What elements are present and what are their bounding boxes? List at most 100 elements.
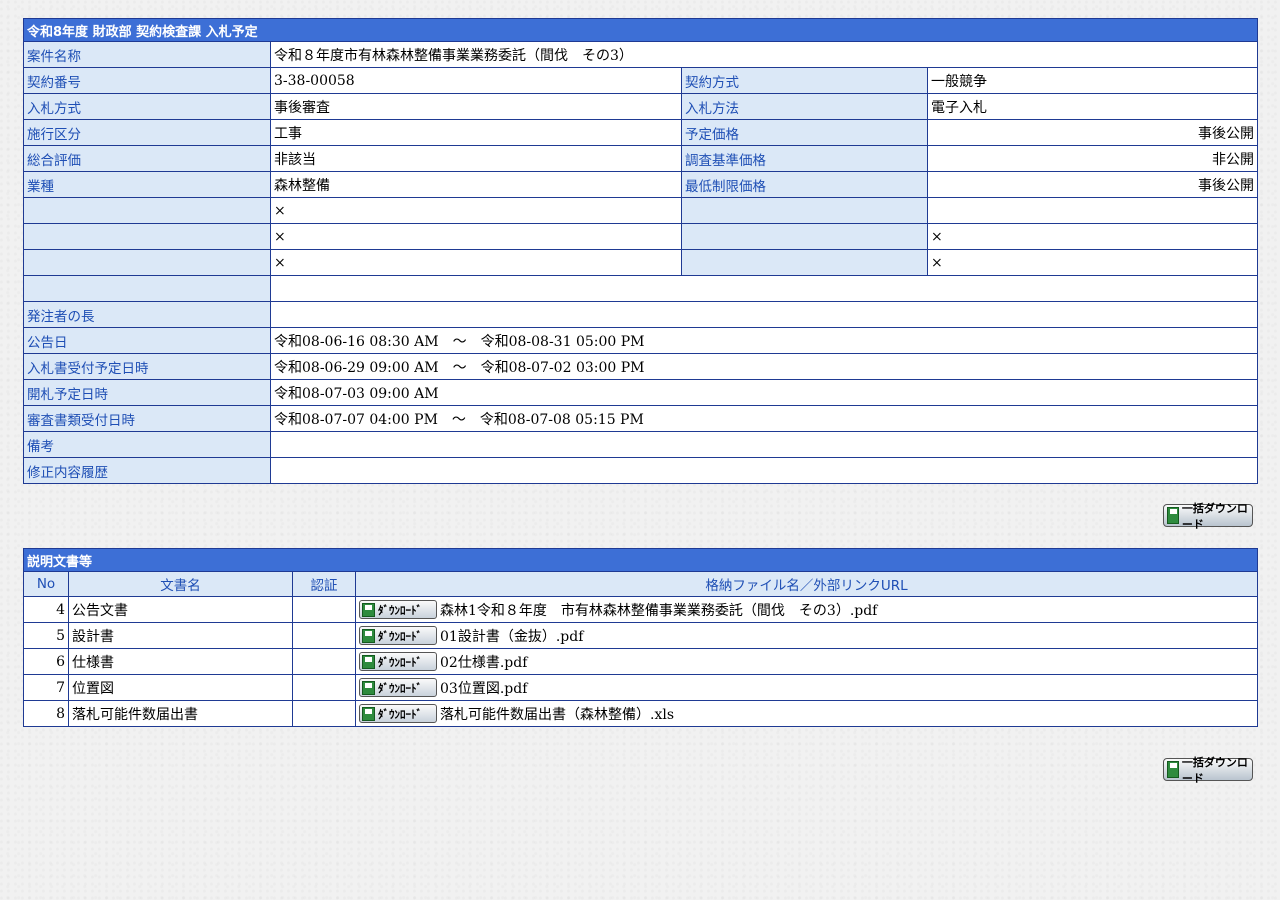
info-label: [681, 197, 928, 224]
info-value: 事後公開: [927, 171, 1258, 198]
doc-file-cell: ﾀﾞｳﾝﾛｰﾄﾞ 03位置図.pdf: [354, 674, 1259, 701]
project-name-value: 令和８年度市有林森林整備事業業務委託（間伐 その3）: [270, 41, 1258, 68]
bulk-download-label: 一括ダウンロード: [1181, 755, 1248, 785]
file-name: 03位置図.pdf: [440, 680, 528, 697]
doc-file-cell: ﾀﾞｳﾝﾛｰﾄﾞ 落札可能件数届出書（森林整備）.xls: [354, 700, 1259, 727]
info-value: 一般競争: [927, 67, 1258, 94]
doc-file-cell: ﾀﾞｳﾝﾛｰﾄﾞ 01設計書（金抜）.pdf: [354, 622, 1259, 649]
download-label: ﾀﾞｳﾝﾛｰﾄﾞ: [378, 707, 422, 721]
doc-no: 5: [23, 622, 69, 649]
floppy-disk-icon: [362, 628, 375, 643]
info-label: [23, 223, 271, 250]
info-label: [23, 275, 271, 302]
page-title: 令和8年度 財政部 契約検査課 入札予定: [23, 18, 1258, 42]
info-value: ×: [270, 197, 682, 224]
download-label: ﾀﾞｳﾝﾛｰﾄﾞ: [378, 655, 422, 669]
info-value: 事後審査: [270, 93, 682, 120]
info-label: 最低制限価格: [681, 171, 928, 198]
documents-table: 説明文書等 No 文書名 認証 格納ファイル名／外部リンクURL 4 公告文書 …: [22, 548, 1259, 727]
doc-cert: [292, 596, 356, 623]
doc-cert: [292, 674, 356, 701]
info-value: 非該当: [270, 145, 682, 172]
info-value: 工事: [270, 119, 682, 146]
info-label: [23, 197, 271, 224]
bid-opening-value: 令和08-07-03 09:00 AM: [270, 379, 1258, 406]
info-value: 非公開: [927, 145, 1258, 172]
doc-no: 7: [23, 674, 69, 701]
doc-name: 仕様書: [68, 648, 293, 675]
orderer-head-label: 発注者の長: [23, 301, 271, 328]
doc-name: 位置図: [68, 674, 293, 701]
tender-info-table: 令和8年度 財政部 契約検査課 入札予定 案件名称 令和８年度市有林森林整備事業…: [23, 18, 1258, 484]
project-name-label: 案件名称: [23, 41, 271, 68]
doc-name: 公告文書: [68, 596, 293, 623]
info-value: 森林整備: [270, 171, 682, 198]
remarks-label: 備考: [23, 431, 271, 458]
info-label: 総合評価: [23, 145, 271, 172]
column-header-name: 文書名: [68, 571, 293, 597]
download-label: ﾀﾞｳﾝﾛｰﾄﾞ: [378, 629, 422, 643]
download-button[interactable]: ﾀﾞｳﾝﾛｰﾄﾞ: [359, 600, 437, 619]
info-value: 電子入札: [927, 93, 1258, 120]
table-row: 5 設計書 ﾀﾞｳﾝﾛｰﾄﾞ 01設計書（金抜）.pdf: [23, 622, 1259, 649]
column-header-file: 格納ファイル名／外部リンクURL: [354, 571, 1259, 597]
info-value: ×: [927, 223, 1258, 250]
info-label: [23, 249, 271, 276]
file-name: 落札可能件数届出書（森林整備）.xls: [440, 706, 675, 723]
bulk-download-button-bottom[interactable]: 一括ダウンロード: [1163, 756, 1253, 785]
doc-no: 6: [23, 648, 69, 675]
file-name: 森林1令和８年度 市有林森林整備事業業務委託（間伐 その3）.pdf: [440, 602, 878, 619]
download-button[interactable]: ﾀﾞｳﾝﾛｰﾄﾞ: [359, 704, 437, 723]
bid-reception-label: 入札書受付予定日時: [23, 353, 271, 380]
table-row: 4 公告文書 ﾀﾞｳﾝﾛｰﾄﾞ 森林1令和８年度 市有林森林整備事業業務委託（間伐…: [23, 596, 1259, 623]
doc-file-cell: ﾀﾞｳﾝﾛｰﾄﾞ 森林1令和８年度 市有林森林整備事業業務委託（間伐 その3）.p…: [354, 596, 1259, 623]
table-row: 7 位置図 ﾀﾞｳﾝﾛｰﾄﾞ 03位置図.pdf: [23, 674, 1259, 701]
info-value: [927, 197, 1258, 224]
doc-name: 落札可能件数届出書: [68, 700, 293, 727]
info-label: 入札方法: [681, 93, 928, 120]
info-value: [270, 275, 1258, 302]
download-button[interactable]: ﾀﾞｳﾝﾛｰﾄﾞ: [359, 652, 437, 671]
column-header-no: No: [23, 571, 69, 597]
remarks-value: [270, 431, 1258, 458]
file-name: 02仕様書.pdf: [440, 654, 528, 671]
info-value: ×: [270, 249, 682, 276]
bulk-download-button[interactable]: 一括ダウンロード: [1163, 502, 1253, 531]
info-value: ×: [927, 249, 1258, 276]
info-label: 入札方式: [23, 93, 271, 120]
info-label: 業種: [23, 171, 271, 198]
doc-name: 設計書: [68, 622, 293, 649]
info-value: 3-38-00058: [270, 67, 682, 94]
review-docs-value: 令和08-07-07 04:00 PM ～ 令和08-07-08 05:15 P…: [270, 405, 1258, 432]
revision-history-value: [270, 457, 1258, 484]
download-label: ﾀﾞｳﾝﾛｰﾄﾞ: [378, 681, 422, 695]
download-label: ﾀﾞｳﾝﾛｰﾄﾞ: [378, 603, 422, 617]
doc-cert: [292, 700, 356, 727]
info-label: 契約番号: [23, 67, 271, 94]
floppy-disk-icon: [362, 706, 375, 721]
info-value: 事後公開: [927, 119, 1258, 146]
announcement-date-label: 公告日: [23, 327, 271, 354]
info-label: [681, 223, 928, 250]
table-row: 6 仕様書 ﾀﾞｳﾝﾛｰﾄﾞ 02仕様書.pdf: [23, 648, 1259, 675]
doc-no: 4: [23, 596, 69, 623]
download-button[interactable]: ﾀﾞｳﾝﾛｰﾄﾞ: [359, 626, 437, 645]
doc-cert: [292, 648, 356, 675]
column-header-cert: 認証: [292, 571, 356, 597]
doc-cert: [292, 622, 356, 649]
orderer-head-value: [270, 301, 1258, 328]
floppy-disk-icon: [1167, 761, 1179, 778]
floppy-disk-icon: [1167, 507, 1179, 524]
info-label: 調査基準価格: [681, 145, 928, 172]
info-label: 契約方式: [681, 67, 928, 94]
info-label: 施行区分: [23, 119, 271, 146]
file-name: 01設計書（金抜）.pdf: [440, 628, 584, 645]
bulk-download-label: 一括ダウンロード: [1181, 501, 1248, 531]
download-button[interactable]: ﾀﾞｳﾝﾛｰﾄﾞ: [359, 678, 437, 697]
info-value: ×: [270, 223, 682, 250]
bid-opening-label: 開札予定日時: [23, 379, 271, 406]
info-label: [681, 249, 928, 276]
floppy-disk-icon: [362, 602, 375, 617]
doc-file-cell: ﾀﾞｳﾝﾛｰﾄﾞ 02仕様書.pdf: [354, 648, 1259, 675]
floppy-disk-icon: [362, 654, 375, 669]
